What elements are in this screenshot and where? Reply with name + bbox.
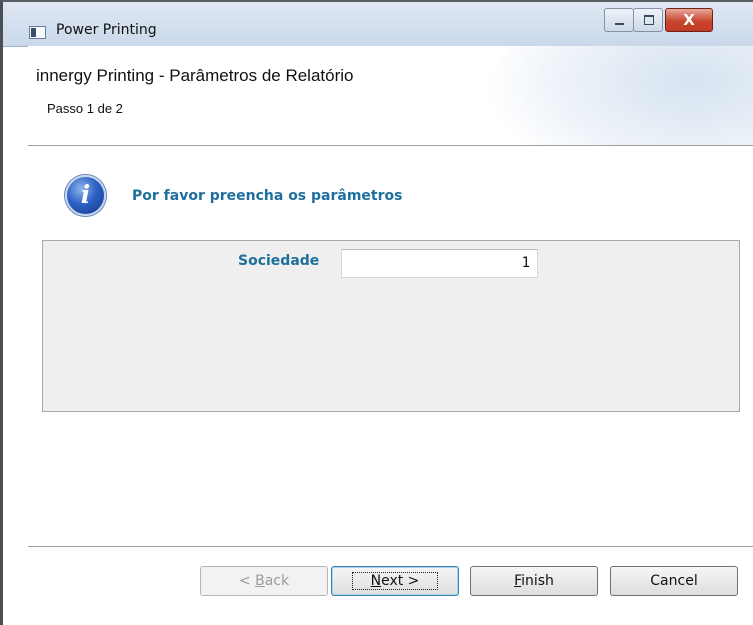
wizard-title: innergy Printing - Parâmetros de Relatór… [36,66,354,85]
cancel-button[interactable]: Cancel [610,566,738,596]
title-bar[interactable]: Power Printing X [3,2,753,47]
close-button[interactable]: X [665,8,713,32]
app-window-icon [29,26,46,39]
back-access-key: B [255,573,265,589]
header-decoration [483,46,753,145]
wizard-header: innergy Printing - Parâmetros de Relatór… [28,46,753,146]
next-focus-rect: Next > [351,572,439,590]
next-button-label: ext > [381,573,420,589]
sociedade-label: Sociedade [238,253,320,269]
information-icon: i [65,175,106,216]
information-glyph: i [80,180,91,209]
next-button[interactable]: Next > [331,566,459,596]
next-access-key: N [370,573,382,589]
back-button-label: ack [264,573,290,589]
finish-button-label: inish [521,573,554,589]
sociedade-input[interactable]: 1 [341,249,538,278]
finish-button[interactable]: Finish [470,566,598,596]
back-button-prefix: < [238,573,256,589]
back-button[interactable]: < Back [200,566,328,596]
maximize-button[interactable] [633,8,663,32]
window-title: Power Printing [56,22,157,38]
info-message: Por favor preencha os parâmetros [132,188,403,204]
minimize-button[interactable] [604,8,634,32]
close-icon: X [683,11,695,29]
wizard-step-indicator: Passo 1 de 2 [47,101,123,116]
